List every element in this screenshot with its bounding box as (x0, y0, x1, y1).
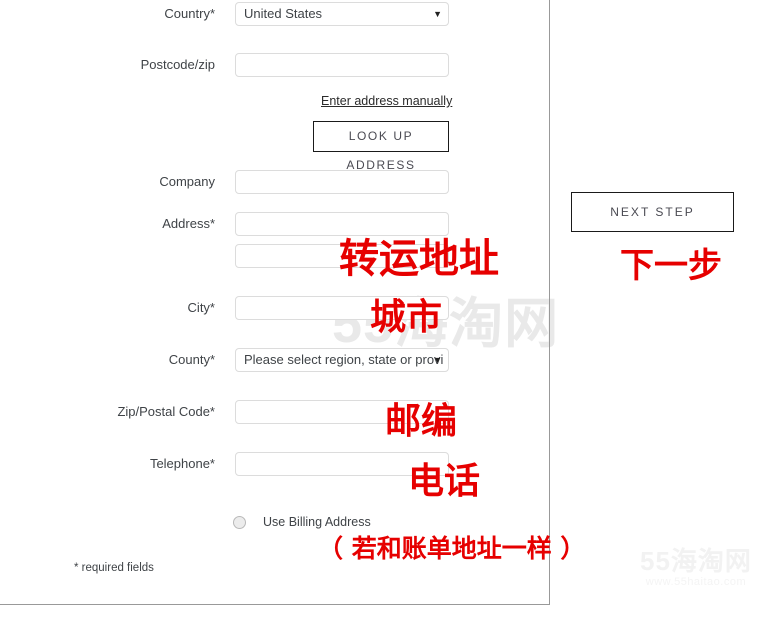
use-billing-address-label: Use Billing Address (263, 515, 371, 529)
postcode-input[interactable] (235, 53, 449, 77)
country-select-value: United States (244, 6, 323, 21)
address-form-panel: Country* United States ▼ Postcode/zip En… (0, 0, 550, 605)
use-billing-address-radio[interactable] (233, 515, 246, 529)
lookup-address-button[interactable]: LOOK UP ADDRESS (313, 121, 449, 172)
required-fields-note: * required fields (74, 562, 154, 574)
next-step-button[interactable]: NEXT STEP (571, 192, 734, 232)
chevron-down-icon: ▼ (433, 355, 442, 365)
label-country: Country* (164, 6, 215, 21)
label-address: Address* (162, 216, 215, 231)
company-input-wrap[interactable] (235, 170, 449, 194)
annotation-next-step: 下一步 (620, 246, 722, 286)
label-zip: Zip/Postal Code* (117, 404, 215, 419)
label-county: County* (168, 352, 215, 367)
annotation-same-as-billing: （ 若和账单地址一样 ） (318, 534, 586, 563)
county-select[interactable]: Please select region, state or provi ▼ (235, 348, 449, 372)
label-company: Company (159, 174, 215, 189)
country-select[interactable]: United States ▼ (235, 2, 449, 26)
label-city: City* (187, 300, 215, 315)
country-select-box[interactable]: United States ▼ (235, 2, 449, 26)
county-select-value: Please select region, state or provi (244, 352, 444, 367)
county-select-box[interactable]: Please select region, state or provi ▼ (235, 348, 449, 372)
watermark-corner-url: www.55haitao.com (645, 576, 747, 588)
use-billing-address-row[interactable]: Use Billing Address (233, 515, 371, 529)
annotation-city: 城市 (370, 297, 443, 338)
label-postcode: Postcode/zip (140, 57, 215, 72)
annotation-ship-address: 转运地址 (339, 236, 499, 282)
annotation-phone: 电话 (408, 461, 481, 502)
annotation-zip: 邮编 (385, 401, 458, 442)
label-telephone: Telephone* (149, 456, 215, 471)
enter-address-manually-link[interactable]: Enter address manually (321, 94, 452, 108)
watermark-corner: 55海淘网 www.55haitao.com (640, 546, 752, 589)
company-input[interactable] (235, 170, 449, 194)
postcode-input-wrap[interactable] (235, 53, 449, 77)
watermark-corner-brand: 55海淘网 (640, 546, 752, 576)
chevron-down-icon: ▼ (433, 9, 442, 19)
